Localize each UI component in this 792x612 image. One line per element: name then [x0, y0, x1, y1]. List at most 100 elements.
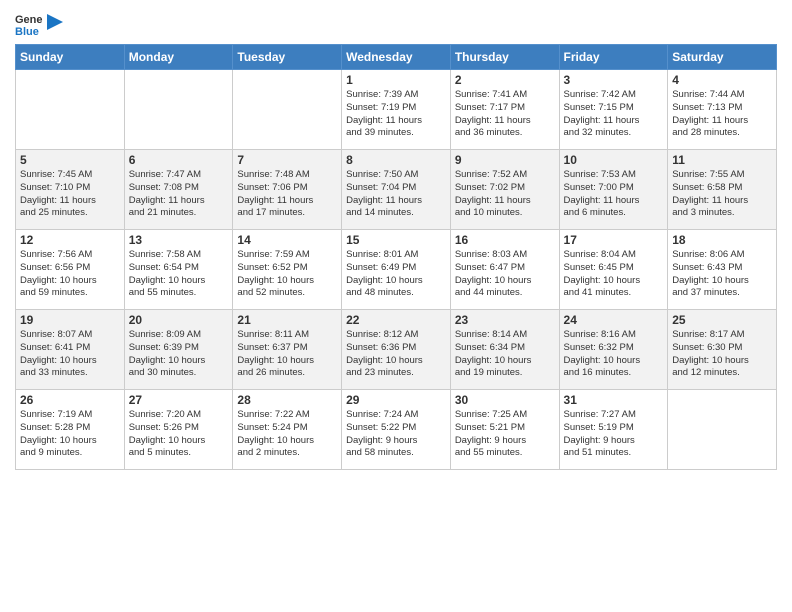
day-info: Sunrise: 7:39 AM Sunset: 7:19 PM Dayligh…: [346, 89, 446, 140]
calendar-cell: [668, 390, 777, 470]
calendar-cell: [233, 70, 342, 150]
calendar-cell: 30Sunrise: 7:25 AM Sunset: 5:21 PM Dayli…: [450, 390, 559, 470]
day-number: 7: [237, 153, 337, 167]
calendar-cell: 4Sunrise: 7:44 AM Sunset: 7:13 PM Daylig…: [668, 70, 777, 150]
day-number: 10: [564, 153, 664, 167]
day-number: 15: [346, 233, 446, 247]
calendar-cell: 2 Sunrise: 7:41 AM Sunset: 7:17 PM Daylig…: [450, 70, 559, 150]
day-number: 5: [20, 153, 120, 167]
day-info: Sunrise: 8:12 AM Sunset: 6:36 PM Dayligh…: [346, 329, 446, 380]
day-info: Sunrise: 7:20 AM Sunset: 5:26 PM Dayligh…: [129, 409, 229, 460]
day-info: Sunrise: 7:55 AM Sunset: 6:58 PM Dayligh…: [672, 169, 772, 220]
calendar-cell: 16Sunrise: 8:03 AM Sunset: 6:47 PM Dayli…: [450, 230, 559, 310]
calendar-cell: 3 Sunrise: 7:42 AM Sunset: 7:15 PM Daylig…: [559, 70, 668, 150]
calendar-cell: 21Sunrise: 8:11 AM Sunset: 6:37 PM Dayli…: [233, 310, 342, 390]
day-number: 22: [346, 313, 446, 327]
calendar-cell: 9Sunrise: 7:52 AM Sunset: 7:02 PM Daylig…: [450, 150, 559, 230]
day-number: 26: [20, 393, 120, 407]
calendar-cell: [16, 70, 125, 150]
calendar-cell: 11 Sunrise: 7:55 AM Sunset: 6:58 PM Dayli…: [668, 150, 777, 230]
calendar-week-row: 12 Sunrise: 7:56 AM Sunset: 6:56 PM Dayli…: [16, 230, 777, 310]
day-info: Sunrise: 7:56 AM Sunset: 6:56 PM Dayligh…: [20, 249, 120, 300]
day-info: Sunrise: 7:41 AM Sunset: 7:17 PM Dayligh…: [455, 89, 555, 140]
day-number: 29: [346, 393, 446, 407]
day-info: Sunrise: 7:47 AM Sunset: 7:08 PM Dayligh…: [129, 169, 229, 220]
calendar-cell: 17Sunrise: 8:04 AM Sunset: 6:45 PM Dayli…: [559, 230, 668, 310]
day-info: Sunrise: 7:45 AM Sunset: 7:10 PM Dayligh…: [20, 169, 120, 220]
day-number: 19: [20, 313, 120, 327]
weekday-header-sunday: Sunday: [16, 45, 125, 70]
day-number: 23: [455, 313, 555, 327]
calendar-cell: 10Sunrise: 7:53 AM Sunset: 7:00 PM Dayli…: [559, 150, 668, 230]
day-number: 14: [237, 233, 337, 247]
day-info: Sunrise: 7:58 AM Sunset: 6:54 PM Dayligh…: [129, 249, 229, 300]
calendar-week-row: 5 Sunrise: 7:45 AM Sunset: 7:10 PM Daylig…: [16, 150, 777, 230]
day-number: 17: [564, 233, 664, 247]
day-info: Sunrise: 7:22 AM Sunset: 5:24 PM Dayligh…: [237, 409, 337, 460]
day-number: 6: [129, 153, 229, 167]
day-number: 1: [346, 73, 446, 87]
calendar-cell: 20Sunrise: 8:09 AM Sunset: 6:39 PM Dayli…: [124, 310, 233, 390]
day-info: Sunrise: 7:42 AM Sunset: 7:15 PM Dayligh…: [564, 89, 664, 140]
day-number: 8: [346, 153, 446, 167]
day-info: Sunrise: 7:48 AM Sunset: 7:06 PM Dayligh…: [237, 169, 337, 220]
day-info: Sunrise: 8:01 AM Sunset: 6:49 PM Dayligh…: [346, 249, 446, 300]
day-info: Sunrise: 7:24 AM Sunset: 5:22 PM Dayligh…: [346, 409, 446, 460]
calendar-cell: 15 Sunrise: 8:01 AM Sunset: 6:49 PM Dayli…: [342, 230, 451, 310]
weekday-header-thursday: Thursday: [450, 45, 559, 70]
weekday-header-friday: Friday: [559, 45, 668, 70]
weekday-header-wednesday: Wednesday: [342, 45, 451, 70]
calendar-cell: 8 Sunrise: 7:50 AM Sunset: 7:04 PM Daylig…: [342, 150, 451, 230]
svg-text:Blue: Blue: [15, 26, 39, 38]
svg-text:General: General: [15, 14, 43, 26]
day-info: Sunrise: 7:25 AM Sunset: 5:21 PM Dayligh…: [455, 409, 555, 460]
weekday-header-monday: Monday: [124, 45, 233, 70]
header: General Blue: [15, 10, 777, 38]
calendar-header-row: SundayMondayTuesdayWednesdayThursdayFrid…: [16, 45, 777, 70]
calendar-cell: 18 Sunrise: 8:06 AM Sunset: 6:43 PM Dayli…: [668, 230, 777, 310]
day-number: 21: [237, 313, 337, 327]
day-number: 2: [455, 73, 555, 87]
day-number: 28: [237, 393, 337, 407]
calendar-cell: 23Sunrise: 8:14 AM Sunset: 6:34 PM Dayli…: [450, 310, 559, 390]
calendar-cell: 19 Sunrise: 8:07 AM Sunset: 6:41 PM Dayli…: [16, 310, 125, 390]
day-number: 9: [455, 153, 555, 167]
day-number: 3: [564, 73, 664, 87]
day-info: Sunrise: 7:59 AM Sunset: 6:52 PM Dayligh…: [237, 249, 337, 300]
day-info: Sunrise: 8:06 AM Sunset: 6:43 PM Dayligh…: [672, 249, 772, 300]
calendar-cell: 1 Sunrise: 7:39 AM Sunset: 7:19 PM Daylig…: [342, 70, 451, 150]
day-number: 12: [20, 233, 120, 247]
calendar-week-row: 19 Sunrise: 8:07 AM Sunset: 6:41 PM Dayli…: [16, 310, 777, 390]
calendar-cell: 12 Sunrise: 7:56 AM Sunset: 6:56 PM Dayli…: [16, 230, 125, 310]
day-info: Sunrise: 7:19 AM Sunset: 5:28 PM Dayligh…: [20, 409, 120, 460]
calendar-cell: 28 Sunrise: 7:22 AM Sunset: 5:24 PM Dayli…: [233, 390, 342, 470]
weekday-header-tuesday: Tuesday: [233, 45, 342, 70]
calendar-cell: 6 Sunrise: 7:47 AM Sunset: 7:08 PM Daylig…: [124, 150, 233, 230]
day-number: 20: [129, 313, 229, 327]
day-info: Sunrise: 7:27 AM Sunset: 5:19 PM Dayligh…: [564, 409, 664, 460]
calendar-week-row: 26 Sunrise: 7:19 AM Sunset: 5:28 PM Dayli…: [16, 390, 777, 470]
day-number: 31: [564, 393, 664, 407]
calendar-cell: 22 Sunrise: 8:12 AM Sunset: 6:36 PM Dayli…: [342, 310, 451, 390]
logo-triangle-icon: [47, 14, 63, 34]
calendar-cell: [124, 70, 233, 150]
calendar-cell: 5 Sunrise: 7:45 AM Sunset: 7:10 PM Daylig…: [16, 150, 125, 230]
calendar-cell: 26 Sunrise: 7:19 AM Sunset: 5:28 PM Dayli…: [16, 390, 125, 470]
calendar-cell: 27Sunrise: 7:20 AM Sunset: 5:26 PM Dayli…: [124, 390, 233, 470]
day-info: Sunrise: 7:50 AM Sunset: 7:04 PM Dayligh…: [346, 169, 446, 220]
day-info: Sunrise: 8:16 AM Sunset: 6:32 PM Dayligh…: [564, 329, 664, 380]
calendar-cell: 25Sunrise: 8:17 AM Sunset: 6:30 PM Dayli…: [668, 310, 777, 390]
calendar-cell: 29 Sunrise: 7:24 AM Sunset: 5:22 PM Dayli…: [342, 390, 451, 470]
calendar-cell: 24 Sunrise: 8:16 AM Sunset: 6:32 PM Dayli…: [559, 310, 668, 390]
calendar-table: SundayMondayTuesdayWednesdayThursdayFrid…: [15, 44, 777, 470]
day-number: 25: [672, 313, 772, 327]
day-number: 11: [672, 153, 772, 167]
calendar-cell: 31 Sunrise: 7:27 AM Sunset: 5:19 PM Dayli…: [559, 390, 668, 470]
day-number: 24: [564, 313, 664, 327]
calendar-cell: 7 Sunrise: 7:48 AM Sunset: 7:06 PM Daylig…: [233, 150, 342, 230]
day-info: Sunrise: 8:07 AM Sunset: 6:41 PM Dayligh…: [20, 329, 120, 380]
day-number: 18: [672, 233, 772, 247]
page: General Blue SundayMondayTuesdayWednesda…: [0, 0, 792, 612]
logo: General Blue: [15, 10, 63, 38]
day-number: 16: [455, 233, 555, 247]
